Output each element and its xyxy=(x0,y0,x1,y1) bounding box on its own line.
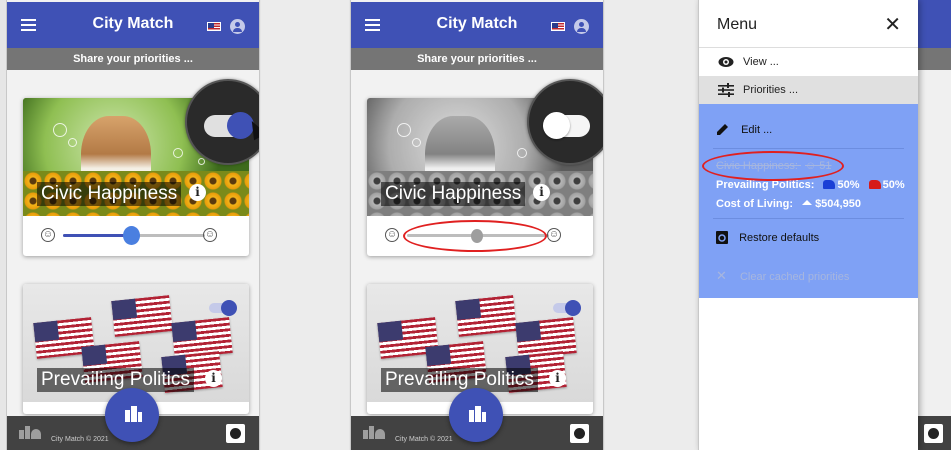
toggle-knob[interactable] xyxy=(221,300,237,316)
city-heart-icon xyxy=(363,425,387,439)
priorities-panel: Edit ... Civic Happiness: ☺ 51 Prevailin… xyxy=(699,104,918,298)
app-panel-1: City Match Share your priorities ... Civ… xyxy=(6,0,260,450)
info-icon[interactable]: i xyxy=(205,370,222,387)
app-panel-2: City Match Share your priorities ... Civ… xyxy=(350,0,604,450)
sad-face-icon: ☺ xyxy=(385,228,399,242)
drawer-title: Menu xyxy=(717,16,758,33)
restore-label: Restore defaults xyxy=(739,232,820,244)
card-title: Civic Happiness xyxy=(381,182,526,206)
happiness-highlight-ellipse xyxy=(702,151,844,181)
subtitle-bar: Share your priorities ... xyxy=(351,48,603,70)
slider-thumb[interactable] xyxy=(123,226,140,245)
account-icon[interactable] xyxy=(574,19,589,34)
city-match-fab-button[interactable] xyxy=(449,388,503,442)
tune-icon xyxy=(718,83,734,97)
happy-face-icon: ☺ xyxy=(547,228,561,242)
info-icon[interactable]: i xyxy=(533,184,550,201)
app-bar: City Match xyxy=(351,2,603,48)
sad-face-icon: ☺ xyxy=(41,228,55,242)
card-title: Civic Happiness xyxy=(37,182,182,206)
card-title: Prevailing Politics xyxy=(381,368,538,392)
pencil-icon xyxy=(717,124,728,135)
edit-label: Edit ... xyxy=(741,124,773,136)
copyright-text: City Match © 2021 xyxy=(395,436,453,443)
cost-value: $504,950 xyxy=(815,198,861,210)
city-heart-icon xyxy=(19,425,43,439)
cost-label: Cost of Living: xyxy=(716,198,793,210)
edit-button[interactable]: Edit ... xyxy=(716,122,772,136)
dem-percent: 50% xyxy=(837,179,860,191)
menu-drawer: Menu ✕ View ... Priorities ... Edit ... … xyxy=(698,0,918,450)
democrat-donkey-icon xyxy=(823,180,836,189)
restore-defaults-button[interactable]: Restore defaults xyxy=(716,230,819,244)
menu-item-label: Priorities ... xyxy=(743,84,799,96)
copyright-text: City Match © 2021 xyxy=(51,436,109,443)
card-title: Prevailing Politics xyxy=(37,368,194,392)
close-icon[interactable]: ✕ xyxy=(884,12,901,37)
toggle-knob[interactable] xyxy=(565,300,581,316)
us-flag-icon[interactable] xyxy=(551,22,565,31)
summary-politics: Prevailing Politics: 50% 50% xyxy=(716,179,905,191)
app-title: City Match xyxy=(436,15,518,32)
account-icon[interactable] xyxy=(230,19,245,34)
rep-percent: 50% xyxy=(882,179,905,191)
app-bar: City Match xyxy=(7,2,259,48)
slider-fill xyxy=(63,234,132,237)
clear-label: Clear cached priorities xyxy=(739,271,850,283)
menu-item-priorities[interactable]: Priorities ... xyxy=(699,76,918,104)
happy-face-icon: ☺ xyxy=(203,228,217,242)
menu-item-view[interactable]: View ... xyxy=(699,48,918,76)
app-background xyxy=(918,0,951,450)
drawer-header: Menu ✕ xyxy=(699,0,918,48)
info-icon[interactable]: i xyxy=(189,184,206,201)
app-title: City Match xyxy=(92,15,174,32)
republican-elephant-icon xyxy=(868,180,881,189)
clear-x-icon: ✕ xyxy=(716,268,727,283)
github-icon[interactable] xyxy=(226,424,245,443)
summary-cost: Cost of Living: $504,950 xyxy=(716,198,861,210)
restore-icon xyxy=(716,231,728,244)
house-icon xyxy=(802,200,813,205)
eye-icon xyxy=(718,57,734,67)
clear-cache-button[interactable]: ✕ Clear cached priorities xyxy=(716,268,849,284)
info-icon[interactable]: i xyxy=(549,370,566,387)
magnified-toggle-off[interactable] xyxy=(527,79,603,165)
github-icon[interactable] xyxy=(570,424,589,443)
subtitle-bar: Share your priorities ... xyxy=(7,48,259,70)
menu-item-label: View ... xyxy=(743,56,779,68)
slider-track[interactable] xyxy=(63,226,205,245)
github-icon[interactable] xyxy=(924,424,943,443)
happiness-slider[interactable]: ☺ ☺ xyxy=(23,224,249,248)
slider-highlight-ellipse xyxy=(403,220,547,252)
city-match-fab-button[interactable] xyxy=(105,388,159,442)
us-flag-icon[interactable] xyxy=(207,22,221,31)
